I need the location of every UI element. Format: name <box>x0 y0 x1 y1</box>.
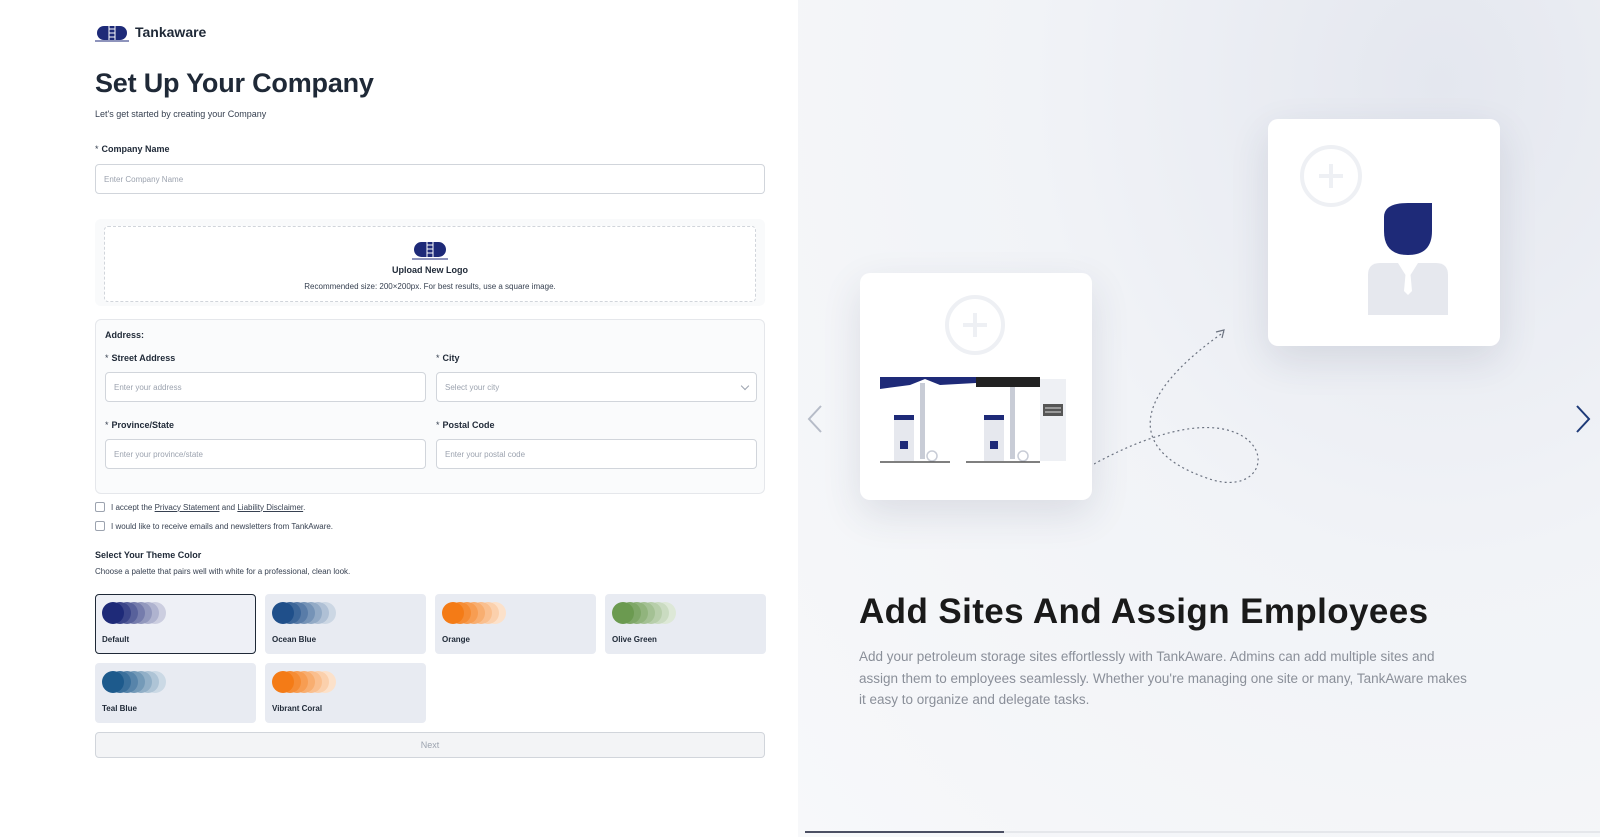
theme-option-label: Teal Blue <box>102 704 137 713</box>
theme-option-teal-blue[interactable]: Teal Blue <box>95 663 256 723</box>
fuel-tank-icon <box>412 239 448 260</box>
theme-option-label: Olive Green <box>612 635 657 644</box>
prev-slide-button[interactable] <box>806 404 824 439</box>
newsletter-checkbox[interactable] <box>95 521 105 531</box>
province-label: * Province/State <box>105 420 175 430</box>
color-dot <box>102 671 124 693</box>
chevron-down-icon <box>740 381 750 390</box>
page-subtitle: Let's get started by creating your Compa… <box>95 109 267 119</box>
color-dot <box>102 602 124 624</box>
chevron-left-icon <box>807 405 822 433</box>
theme-option-olive-green[interactable]: Olive Green <box>605 594 766 654</box>
theme-option-label: Vibrant Coral <box>272 704 323 713</box>
palette-preview <box>272 671 342 693</box>
upload-logo-title: Upload New Logo <box>392 265 468 275</box>
palette-preview <box>442 602 512 624</box>
upload-logo-hint: Recommended size: 200×200px. For best re… <box>304 282 556 291</box>
slide-progress-indicator <box>805 831 1004 833</box>
address-title: Address: <box>105 330 145 340</box>
street-address-label: * Street Address <box>105 353 176 363</box>
brand: Tankaware <box>95 22 206 42</box>
palette-preview <box>102 602 172 624</box>
newsletter-row: I would like to receive emails and newsl… <box>95 521 333 531</box>
setup-form-panel: Tankaware Set Up Your Company Let's get … <box>0 0 798 837</box>
newsletter-text: I would like to receive emails and newsl… <box>111 521 334 531</box>
company-name-input[interactable] <box>95 164 765 194</box>
fuel-tank-icon <box>95 23 129 42</box>
site-illustration-card <box>860 273 1092 500</box>
city-select[interactable]: Select your city <box>436 372 757 402</box>
plus-icon <box>945 295 1005 355</box>
gas-station-icon <box>880 377 1066 463</box>
terms-checkbox[interactable] <box>95 502 105 512</box>
required-mark: * <box>95 144 99 154</box>
palette-preview <box>272 602 342 624</box>
upload-logo-section: Upload New Logo Recommended size: 200×20… <box>95 219 765 306</box>
theme-option-label: Ocean Blue <box>272 635 317 644</box>
slide-title: Add Sites And Assign Employees <box>859 592 1429 631</box>
theme-option-label: Default <box>102 635 130 644</box>
next-button[interactable]: Next <box>95 732 765 758</box>
slide-description: Add your petroleum storage sites effortl… <box>859 649 1467 707</box>
theme-title: Select Your Theme Color <box>95 550 202 560</box>
theme-option-vibrant-coral[interactable]: Vibrant Coral <box>265 663 426 723</box>
color-dot <box>272 671 294 693</box>
color-dot <box>272 602 294 624</box>
address-section: Address: *Street Address *City Select yo… <box>95 319 765 494</box>
color-dot <box>612 602 634 624</box>
color-dot <box>442 602 464 624</box>
city-select-placeholder: Select your city <box>445 382 500 392</box>
plus-icon <box>1300 145 1362 207</box>
city-label: * City <box>436 353 460 363</box>
privacy-statement-link[interactable]: Privacy Statement <box>155 503 220 512</box>
palette-preview <box>612 602 682 624</box>
onboarding-slide-panel: Add Sites And Assign Employees Add your … <box>798 0 1600 837</box>
page-title: Set Up Your Company <box>95 68 374 98</box>
postal-code-input[interactable] <box>436 439 757 469</box>
upload-logo-dropzone[interactable]: Upload New Logo Recommended size: 200×20… <box>104 226 756 302</box>
theme-option-label: Orange <box>442 635 471 644</box>
liability-disclaimer-link[interactable]: Liability Disclaimer <box>237 503 303 512</box>
chevron-right-icon <box>1576 405 1591 433</box>
theme-subtitle: Choose a palette that pairs well with wh… <box>95 567 351 576</box>
employee-icon <box>1368 203 1448 315</box>
theme-option-default[interactable]: Default <box>95 594 256 654</box>
street-address-input[interactable] <box>105 372 426 402</box>
theme-option-orange[interactable]: Orange <box>435 594 596 654</box>
palette-preview <box>102 671 172 693</box>
dotted-connector-arrow <box>1094 329 1259 483</box>
province-input[interactable] <box>105 439 426 469</box>
next-slide-button[interactable] <box>1574 404 1592 439</box>
terms-row: I accept the Privacy Statement and Liabi… <box>95 502 305 512</box>
brand-name: Tankaware <box>135 24 207 40</box>
postal-code-label: * Postal Code <box>436 420 495 430</box>
theme-option-ocean-blue[interactable]: Ocean Blue <box>265 594 426 654</box>
terms-text: I accept the Privacy Statement and Liabi… <box>111 502 306 512</box>
employee-illustration-card <box>1268 119 1500 346</box>
company-name-label: * Company Name <box>95 144 170 154</box>
